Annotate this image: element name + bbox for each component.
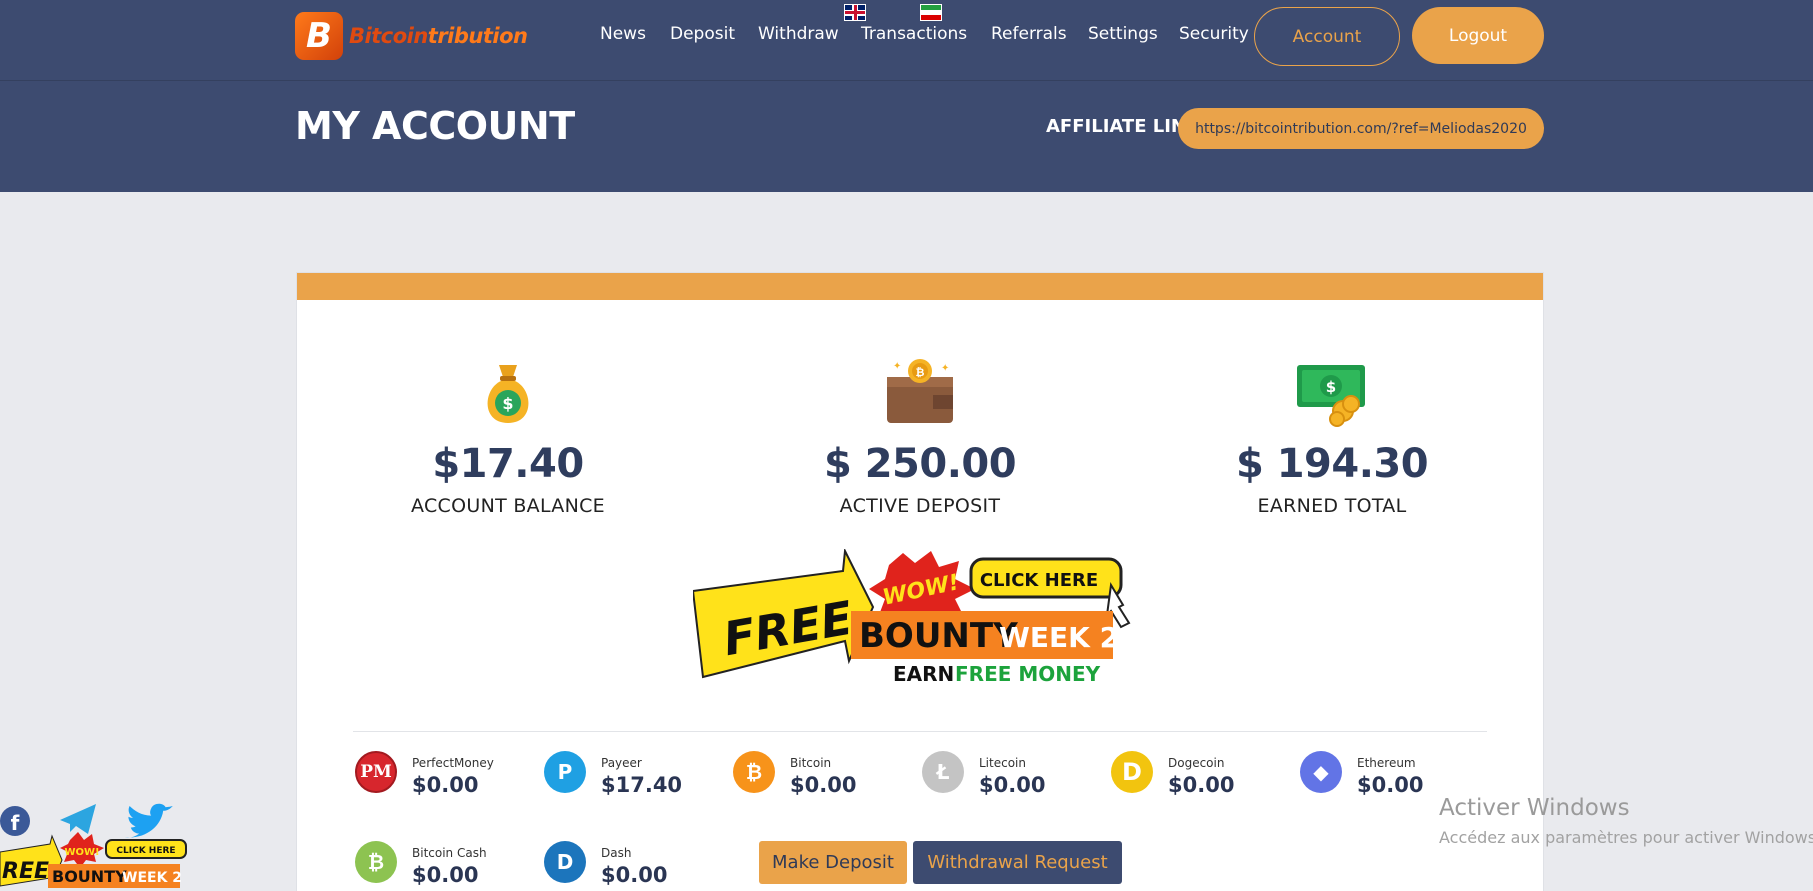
wallet-litecoin: Ł Litecoin $0.00 [922, 751, 1102, 811]
site-header: B Bitcointribution News Deposit Withdraw… [0, 0, 1813, 192]
wallet-name: Payeer [601, 756, 642, 770]
logout-button[interactable]: Logout [1412, 7, 1544, 64]
bounty-week-banner[interactable]: FREE WOW! CLICK HERE BOUNTY WEEK 2 EARN … [693, 549, 1149, 687]
mini-free-text: REE [2, 859, 49, 884]
card-header-bar [297, 273, 1543, 300]
site-logo[interactable]: B Bitcointribution [295, 12, 528, 60]
mini-bounty-text: BOUNTY [52, 867, 127, 886]
wallet-bitcoin: ₿ Bitcoin $0.00 [733, 751, 913, 811]
account-balance-label: ACCOUNT BALANCE [411, 495, 605, 517]
wallet-name: Dash [601, 846, 632, 860]
dash-icon: D [544, 841, 586, 883]
wallet-perfectmoney: PM PerfectMoney $0.00 [355, 751, 535, 811]
bitcoin-icon: ₿ [733, 751, 775, 793]
wallet-name: Litecoin [979, 756, 1026, 770]
page-title: MY ACCOUNT [295, 104, 575, 148]
wallet-name: Ethereum [1357, 756, 1416, 770]
stat-earned-total: $ $ 194.30 EARNED TOTAL [1182, 357, 1482, 517]
svg-text:$: $ [1326, 378, 1336, 396]
account-card: $ $17.40 ACCOUNT BALANCE ₿ ✦ ✦ $ 250.00 … [296, 272, 1544, 891]
mini-click-text: CLICK HERE [116, 846, 175, 856]
wallet-value: $0.00 [790, 773, 857, 797]
svg-text:$: $ [502, 394, 513, 413]
withdrawal-request-button[interactable]: Withdrawal Request [913, 841, 1122, 884]
logo-text-part2: tribution [427, 24, 528, 48]
banner-free-money-text: FREE MONEY [955, 662, 1101, 686]
wallets-divider [353, 731, 1487, 732]
logo-text: Bitcointribution [349, 24, 528, 48]
svg-text:₿: ₿ [916, 366, 925, 379]
stat-account-balance: $ $17.40 ACCOUNT BALANCE [358, 357, 658, 517]
cash-coins-icon: $ [1297, 365, 1365, 427]
wallet-payeer: P Payeer $17.40 [544, 751, 724, 811]
svg-text:✦: ✦ [941, 363, 949, 374]
banner-earn-text: EARN [893, 662, 954, 686]
wallet-dogecoin: D Dogecoin $0.00 [1111, 751, 1291, 811]
facebook-icon[interactable]: f [0, 806, 30, 836]
earned-total-label: EARNED TOTAL [1257, 495, 1407, 517]
nav-referrals[interactable]: Referrals [991, 24, 1067, 44]
account-balance-value: $17.40 [432, 441, 584, 487]
active-deposit-label: ACTIVE DEPOSIT [839, 495, 1001, 517]
account-button[interactable]: Account [1254, 7, 1400, 66]
litecoin-icon: Ł [922, 751, 964, 793]
wallet-name: PerfectMoney [412, 756, 494, 770]
svg-text:f: f [11, 811, 20, 835]
banner-bounty-text: BOUNTY [859, 616, 1018, 656]
logo-text-part1: Bitcoin [349, 24, 428, 48]
payeer-icon: P [544, 751, 586, 793]
wallet-value: $0.00 [979, 773, 1046, 797]
ethereum-icon: ◆ [1300, 751, 1342, 793]
wallet-name: Dogecoin [1168, 756, 1225, 770]
wallet-value: $0.00 [412, 863, 479, 887]
wallet-name: Bitcoin [790, 756, 832, 770]
telegram-icon[interactable] [60, 804, 96, 834]
wallet-value: $0.00 [1357, 773, 1424, 797]
nav-news[interactable]: News [600, 24, 646, 44]
social-widget: f REE WOW! CLICK HERE BOUNTY WEEK 2 [0, 803, 187, 888]
top-navbar: B Bitcointribution News Deposit Withdraw… [0, 0, 1813, 81]
mini-bounty-banner[interactable]: REE WOW! CLICK HERE BOUNTY WEEK 2 [0, 832, 187, 888]
perfectmoney-icon: PM [355, 751, 397, 793]
svg-text:✦: ✦ [893, 361, 901, 372]
affiliate-link[interactable]: https://bitcointribution.com/?ref=Meliod… [1178, 108, 1544, 149]
logo-icon: B [295, 12, 343, 60]
windows-activation-subtitle: Accédez aux paramètres pour activer Wind… [1439, 828, 1813, 847]
iran-flag-icon[interactable] [920, 4, 942, 21]
windows-activation-title: Activer Windows [1439, 795, 1630, 821]
wallet-value: $0.00 [412, 773, 479, 797]
nav-withdraw[interactable]: Withdraw [758, 24, 839, 44]
active-deposit-value: $ 250.00 [823, 441, 1017, 487]
money-bag-icon: $ [487, 365, 529, 423]
wallet-coin-icon: ₿ ✦ ✦ [887, 359, 953, 423]
banner-click-text: CLICK HERE [980, 570, 1098, 591]
wallet-value: $0.00 [601, 863, 668, 887]
nav-deposit[interactable]: Deposit [670, 24, 735, 44]
make-deposit-button[interactable]: Make Deposit [759, 841, 907, 884]
nav-security[interactable]: Security [1179, 24, 1249, 44]
bitcoin-cash-icon: ₿ [355, 841, 397, 883]
nav-transactions[interactable]: Transactions [861, 24, 967, 44]
dogecoin-icon: D [1111, 751, 1153, 793]
wallet-bitcoin-cash: ₿ Bitcoin Cash $0.00 [355, 841, 535, 891]
nav-settings[interactable]: Settings [1088, 24, 1158, 44]
mini-week-text: WEEK 2 [122, 870, 182, 886]
wallet-value: $17.40 [601, 773, 683, 797]
twitter-icon[interactable] [124, 803, 173, 838]
stat-active-deposit: ₿ ✦ ✦ $ 250.00 ACTIVE DEPOSIT [770, 357, 1070, 517]
wallet-value: $0.00 [1168, 773, 1235, 797]
wallet-dash: D Dash $0.00 [544, 841, 724, 891]
uk-flag-icon[interactable] [844, 4, 866, 21]
mini-wow-text: WOW! [64, 847, 99, 858]
earned-total-value: $ 194.30 [1235, 441, 1429, 487]
banner-week-text: WEEK 2 [999, 621, 1119, 654]
wallet-name: Bitcoin Cash [412, 846, 487, 860]
